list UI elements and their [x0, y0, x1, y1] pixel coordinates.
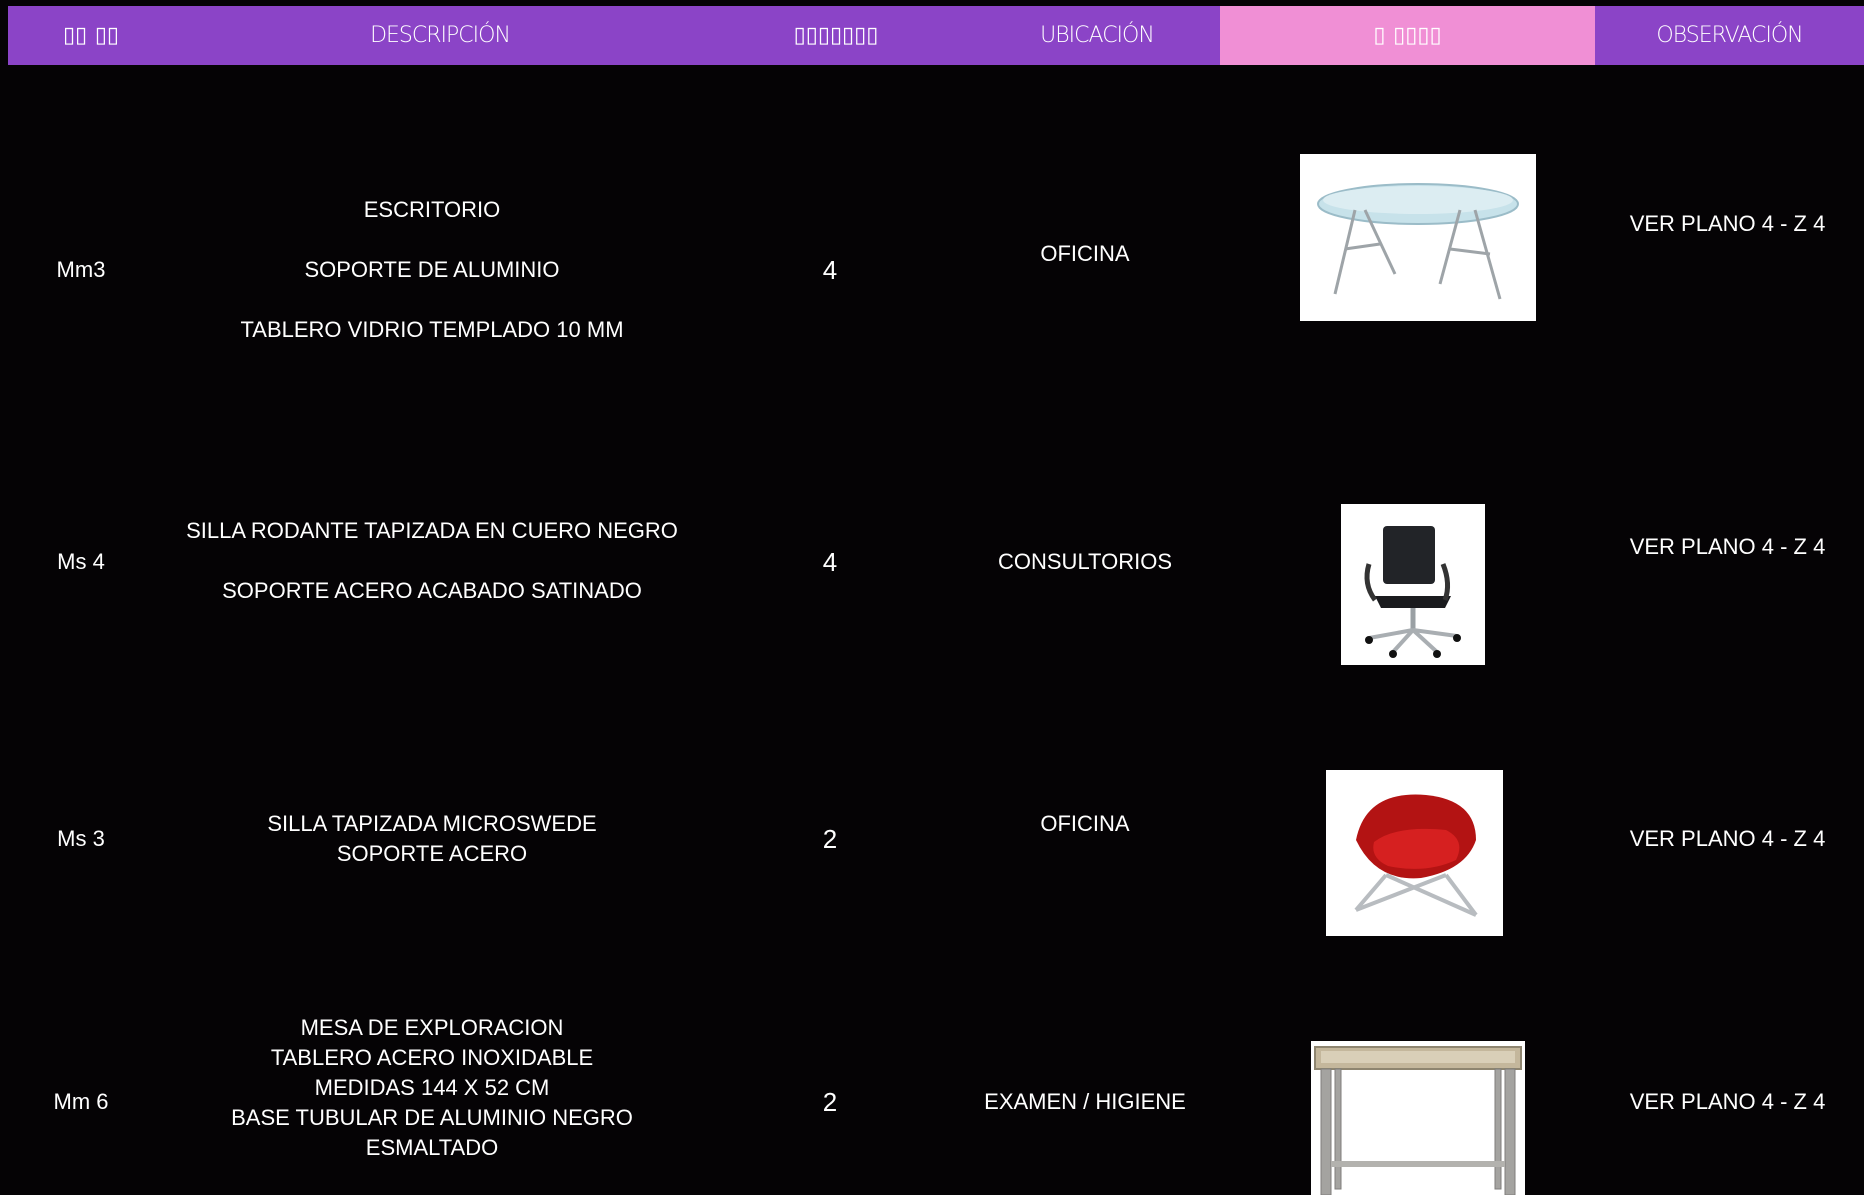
row-description: SILLA TAPIZADA MICROSWEDE SOPORTE ACERO — [174, 809, 690, 869]
table-header: ▯▯ ▯▯ DESCRIPCIÓN ▯▯▯▯▯▯▯ UBICACIÓN ▯ ▯▯… — [8, 6, 1864, 65]
header-location: UBICACIÓN — [1040, 23, 1155, 48]
description-line: MESA DE EXPLORACION — [300, 1014, 564, 1040]
red-lounge-chair-icon — [1326, 770, 1503, 936]
row-description: SILLA RODANTE TAPIZADA EN CUERO NEGRO SO… — [174, 500, 690, 622]
description-line: ESCRITORIO — [363, 197, 501, 222]
row-code: Ms 4 — [57, 549, 105, 574]
description-line: ESMALTADO — [365, 1134, 499, 1160]
description-line: SOPORTE ACERO ACABADO SATINADO — [222, 578, 642, 603]
description-line: SOPORTE DE ALUMINIO — [304, 257, 560, 282]
row-code: Ms 3 — [57, 826, 105, 851]
exam-table-icon — [1311, 1041, 1525, 1195]
row-quantity: 2 — [822, 1086, 838, 1117]
header-image: ▯ ▯▯▯▯ — [1220, 6, 1595, 65]
row-code: Mm 6 — [53, 1089, 109, 1114]
description-line: SILLA RODANTE TAPIZADA EN CUERO NEGRO — [186, 518, 678, 543]
glass-desk-icon — [1300, 154, 1536, 321]
row-observation: VER PLANO 4 - Z 4 — [1629, 534, 1826, 559]
row-location: EXAMEN / HIGIENE — [984, 1089, 1186, 1114]
row-observation: VER PLANO 4 - Z 4 — [1629, 826, 1826, 851]
row-location: OFICINA — [1040, 811, 1130, 836]
row-code: Mm3 — [56, 257, 106, 282]
description-line: BASE TUBULAR DE ALUMINIO NEGRO — [231, 1104, 633, 1130]
header-quantity: ▯▯▯▯▯▯▯ — [793, 23, 879, 48]
office-chair-icon — [1341, 504, 1485, 665]
row-description: ESCRITORIO SOPORTE DE ALUMINIO TABLERO V… — [174, 178, 690, 362]
description-line: TABLERO ACERO INOXIDABLE — [270, 1044, 594, 1070]
row-quantity: 4 — [822, 546, 838, 577]
header-code: ▯▯ ▯▯ — [62, 23, 120, 48]
description-line: TABLERO VIDRIO TEMPLADO 10 MM — [240, 317, 624, 342]
description-line: SOPORTE ACERO — [336, 841, 528, 866]
header-observation: OBSERVACIÓN — [1656, 23, 1803, 48]
row-observation: VER PLANO 4 - Z 4 — [1629, 211, 1826, 236]
description-line: SILLA TAPIZADA MICROSWEDE — [267, 811, 597, 836]
header-description: DESCRIPCIÓN — [370, 23, 511, 48]
row-description: MESA DE EXPLORACION TABLERO ACERO INOXID… — [174, 1010, 690, 1165]
row-location: CONSULTORIOS — [998, 549, 1172, 574]
row-location: OFICINA — [1040, 241, 1130, 266]
row-observation: VER PLANO 4 - Z 4 — [1629, 1089, 1826, 1114]
description-line: MEDIDAS 144 X 52 CM — [314, 1074, 550, 1100]
row-quantity: 2 — [822, 823, 838, 854]
row-quantity: 4 — [822, 254, 838, 285]
